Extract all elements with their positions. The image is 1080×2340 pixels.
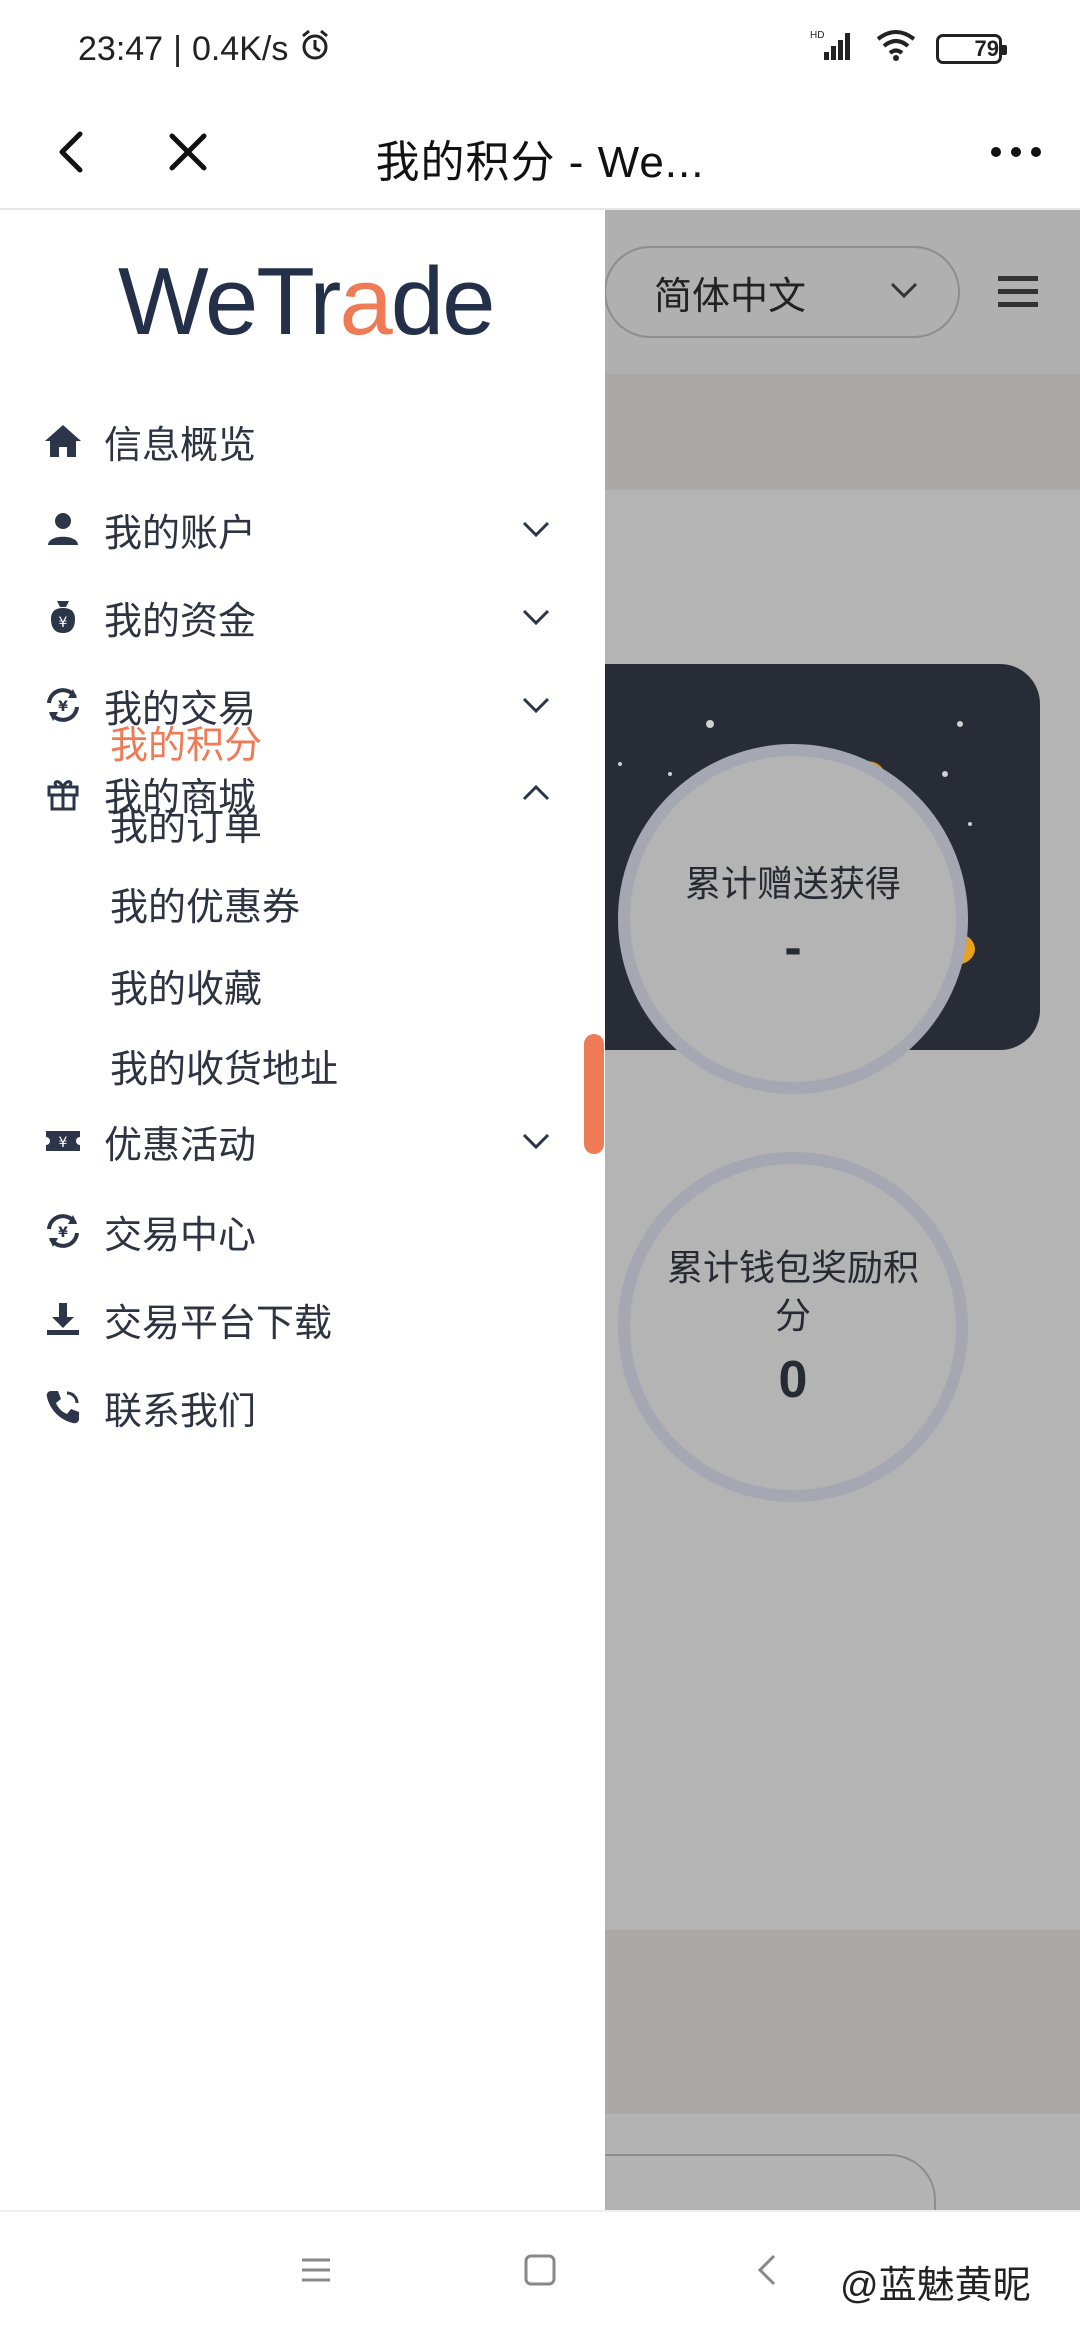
stat-gift-circle: 累计赠送获得 - (618, 744, 968, 1094)
language-select-value: 简体中文 (654, 275, 807, 318)
home-icon (42, 420, 84, 462)
sidebar-item-label: 优惠活动 (104, 1124, 257, 1167)
chevron-down-icon (522, 609, 550, 626)
status-time: 23:47 (78, 29, 164, 68)
chevron-up-icon (522, 784, 550, 801)
status-divider: | (173, 29, 182, 68)
phone-icon (42, 1386, 84, 1428)
chevron-down-icon (522, 1133, 550, 1150)
svg-text:¥: ¥ (58, 699, 68, 715)
sidebar-item-download[interactable]: 交易平台下载 (0, 1274, 605, 1364)
menu-icon[interactable] (996, 274, 1040, 310)
sidebar-item-funds[interactable]: ¥ 我的资金 (0, 572, 605, 662)
download-icon (42, 1298, 84, 1340)
svg-text:¥: ¥ (58, 1225, 68, 1241)
exchange-icon: ¥ (42, 684, 84, 726)
sidebar-item-label: 交易中心 (104, 1214, 257, 1257)
status-bar: 23:47 | 0.4K/s HD 79 (0, 0, 1080, 98)
sidebar-item-overview[interactable]: 信息概览 (0, 396, 605, 486)
sidebar-item-contact[interactable]: 联系我们 (0, 1362, 605, 1452)
stat-gift-value: - (784, 919, 802, 977)
sidebar-item-label: 信息概览 (104, 424, 257, 467)
more-icon (991, 147, 1041, 157)
sidebar-item-trading-center[interactable]: ¥ 交易中心 (0, 1186, 605, 1276)
sidebar-item-account[interactable]: 我的账户 (0, 484, 605, 574)
title-bar: 我的积分 - We... (0, 98, 1080, 210)
stat-wallet-value: 0 (778, 1351, 808, 1409)
sidebar-item-label: 我的账户 (104, 512, 257, 555)
scrollbar-thumb[interactable] (584, 1034, 604, 1154)
gift-icon (42, 772, 84, 814)
svg-text:¥: ¥ (59, 1135, 68, 1151)
page-title: 我的积分 - We... (375, 138, 705, 187)
stat-wallet-label: 累计钱包奖励积分 (667, 1247, 920, 1336)
sidebar-subitem-points[interactable]: 我的积分 (110, 714, 262, 769)
language-select[interactable]: 简体中文 (604, 246, 960, 338)
chevron-down-icon (522, 521, 550, 538)
signal-icon: HD (810, 28, 856, 71)
home-button-icon[interactable] (522, 2252, 558, 2288)
status-right: HD 79 (810, 28, 1007, 71)
recent-apps-icon[interactable] (298, 2252, 334, 2288)
sidebar-subitem-orders[interactable]: 我的订单 (110, 796, 262, 851)
user-icon (42, 508, 84, 550)
money-bag-icon: ¥ (42, 596, 84, 638)
svg-text:¥: ¥ (59, 615, 68, 631)
sidebar-item-mall[interactable]: 我的商城 (0, 748, 605, 838)
more-button[interactable] (984, 120, 1048, 184)
ticket-icon: ¥ (42, 1120, 84, 1162)
stat-gift-label: 累计赠送获得 (684, 863, 901, 904)
chevron-down-icon (522, 697, 550, 714)
sidebar-item-label: 我的资金 (104, 600, 257, 643)
sidebar-subitem-address[interactable]: 我的收货地址 (110, 1038, 338, 1093)
back-nav-icon[interactable] (750, 2252, 786, 2288)
svg-text:HD: HD (810, 30, 824, 41)
sidebar-subitem-favorites[interactable]: 我的收藏 (110, 958, 262, 1013)
stat-wallet-circle: 累计钱包奖励积分 0 (618, 1152, 968, 1502)
wifi-icon (876, 29, 916, 70)
side-drawer: WeTrade 信息概览 我的账户 ¥ 我的资金 ¥ 我的交易 我的商城 我的积… (0, 210, 605, 2210)
sidebar-item-trades[interactable]: ¥ 我的交易 (0, 660, 605, 750)
nav-filler-20 (0, 250, 605, 340)
sidebar-item-label: 联系我们 (104, 1390, 257, 1433)
status-left: 23:47 | 0.4K/s (78, 28, 332, 71)
status-speed: 0.4K/s (191, 29, 289, 68)
watermark: @蓝魅黄昵 (840, 2265, 1031, 2307)
sidebar-item-promotions[interactable]: ¥ 优惠活动 (0, 1096, 605, 1186)
sidebar-item-label: 交易平台下载 (104, 1302, 333, 1345)
battery-level: 79 (974, 36, 999, 61)
sidebar-subitem-coupons[interactable]: 我的优惠券 (110, 876, 300, 931)
exchange-icon: ¥ (42, 1210, 84, 1252)
chevron-down-icon (890, 282, 918, 299)
alarm-icon (298, 28, 332, 71)
battery-icon: 79 (936, 34, 1007, 64)
